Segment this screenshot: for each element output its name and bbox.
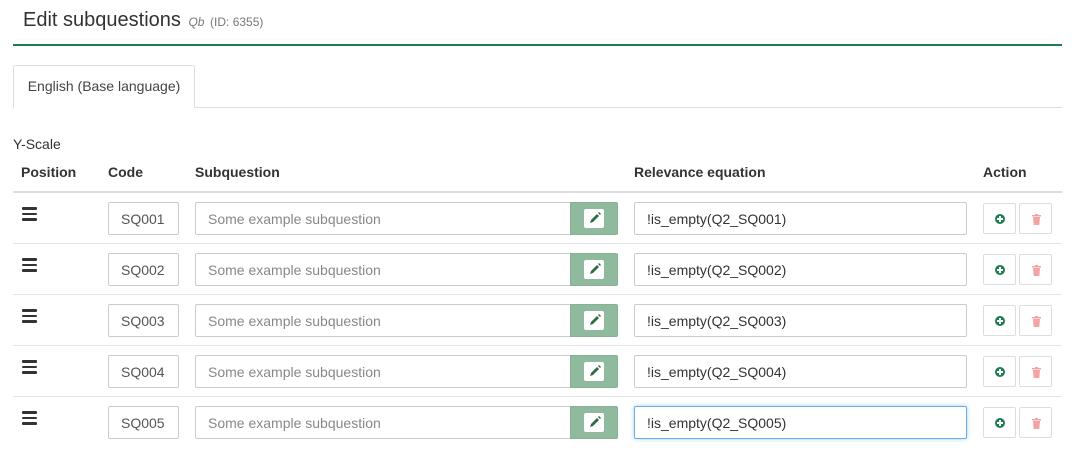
drag-handle-icon[interactable] [22, 411, 37, 425]
trash-icon [1032, 418, 1041, 429]
drag-handle-icon[interactable] [22, 207, 37, 221]
trash-icon [1032, 316, 1041, 327]
page-title: Edit subquestions Qb (ID: 6355) [23, 9, 263, 32]
pencil-icon [584, 209, 604, 228]
column-header-position: Position [21, 164, 77, 180]
scale-label: Y-Scale [13, 136, 61, 152]
pencil-icon [584, 413, 604, 432]
delete-subquestion-button[interactable] [1019, 356, 1052, 387]
code-input[interactable] [108, 253, 179, 286]
pencil-icon [584, 260, 604, 279]
edit-subquestion-button[interactable] [570, 406, 618, 439]
edit-subquestion-button[interactable] [570, 253, 618, 286]
trash-icon [1032, 265, 1041, 276]
question-id: (ID: 6355) [210, 15, 264, 29]
tab-english-base-language[interactable]: English (Base language) [13, 65, 195, 108]
plus-circle-icon [995, 214, 1005, 224]
edit-subquestion-button[interactable] [570, 304, 618, 337]
delete-subquestion-button[interactable] [1019, 407, 1052, 438]
delete-subquestion-button[interactable] [1019, 203, 1052, 234]
add-subquestion-button[interactable] [983, 356, 1016, 387]
drag-handle-icon[interactable] [22, 309, 37, 323]
column-header-relevance: Relevance equation [634, 164, 766, 180]
table-row [13, 346, 1062, 397]
edit-subquestions-page: Edit subquestions Qb (ID: 6355) English … [0, 0, 1079, 467]
add-subquestion-button[interactable] [983, 203, 1016, 234]
column-header-action: Action [983, 164, 1027, 180]
table-row [13, 193, 1062, 244]
relevance-equation-input[interactable] [634, 355, 967, 388]
add-subquestion-button[interactable] [983, 305, 1016, 336]
code-input[interactable] [108, 355, 179, 388]
edit-subquestion-button[interactable] [570, 202, 618, 235]
table-row [13, 295, 1062, 346]
delete-subquestion-button[interactable] [1019, 254, 1052, 285]
language-tabs: English (Base language) [13, 65, 1062, 108]
table-header: Position Code Subquestion Relevance equa… [13, 162, 1062, 193]
relevance-equation-input[interactable] [634, 253, 967, 286]
page-header: Edit subquestions Qb (ID: 6355) [13, 0, 1062, 46]
plus-circle-icon [995, 418, 1005, 428]
subquestion-input[interactable] [195, 304, 570, 337]
table-row [13, 244, 1062, 295]
subquestion-input[interactable] [195, 253, 570, 286]
relevance-equation-input[interactable] [634, 304, 967, 337]
relevance-equation-input[interactable] [634, 202, 967, 235]
add-subquestion-button[interactable] [983, 254, 1016, 285]
subquestion-rows [13, 193, 1062, 447]
plus-circle-icon [995, 316, 1005, 326]
trash-icon [1032, 367, 1041, 378]
column-header-code: Code [108, 164, 143, 180]
plus-circle-icon [995, 367, 1005, 377]
code-input[interactable] [108, 304, 179, 337]
drag-handle-icon[interactable] [22, 360, 37, 374]
edit-subquestion-button[interactable] [570, 355, 618, 388]
subquestion-input[interactable] [195, 355, 570, 388]
relevance-equation-input[interactable] [634, 406, 967, 439]
page-title-text: Edit subquestions [23, 9, 181, 31]
trash-icon [1032, 214, 1041, 225]
subquestion-input[interactable] [195, 406, 570, 439]
question-code: Qb [188, 15, 205, 29]
pencil-icon [584, 362, 604, 381]
drag-handle-icon[interactable] [22, 258, 37, 272]
table-row [13, 397, 1062, 447]
code-input[interactable] [108, 202, 179, 235]
subquestion-input[interactable] [195, 202, 570, 235]
add-subquestion-button[interactable] [983, 407, 1016, 438]
code-input[interactable] [108, 406, 179, 439]
plus-circle-icon [995, 265, 1005, 275]
delete-subquestion-button[interactable] [1019, 305, 1052, 336]
column-header-subquestion: Subquestion [195, 164, 280, 180]
pencil-icon [584, 311, 604, 330]
